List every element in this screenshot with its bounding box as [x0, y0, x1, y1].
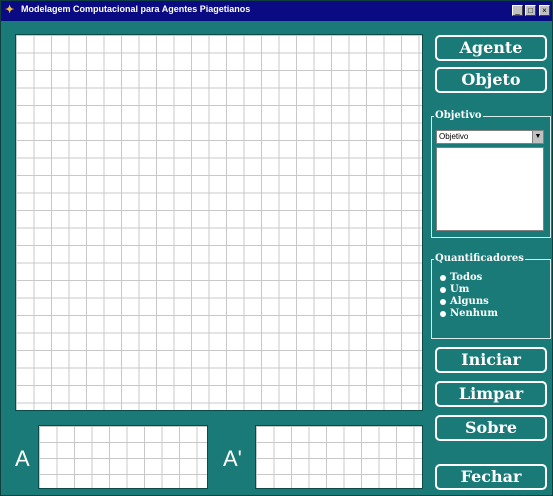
radio-dot-icon — [440, 287, 446, 293]
quantificadores-group: Quantificadores Todos Um Alguns Nenhum — [431, 252, 551, 339]
main-grid-canvas[interactable] — [15, 34, 423, 411]
radio-dot-icon — [440, 275, 446, 281]
objetivo-group-title: Objetivo — [434, 109, 483, 123]
chevron-down-icon[interactable]: ▼ — [532, 131, 543, 143]
agente-button[interactable]: Agente — [435, 35, 547, 61]
mini-grid-a-prime-label: A' — [223, 446, 242, 471]
radio-todos-label: Todos — [450, 272, 483, 283]
limpar-button[interactable]: Limpar — [435, 381, 547, 407]
objeto-button[interactable]: Objeto — [435, 67, 547, 93]
radio-alguns[interactable]: Alguns — [440, 296, 530, 307]
mini-grid-a-prime[interactable] — [255, 425, 423, 489]
quantificadores-group-title: Quantificadores — [434, 252, 525, 266]
objetivo-select-value: Objetivo — [439, 132, 469, 141]
mini-grid-a[interactable] — [38, 425, 208, 489]
mini-grid-a-label: A — [15, 446, 30, 471]
app-logo-icon: ✦ — [5, 4, 15, 16]
radio-nenhum[interactable]: Nenhum — [440, 308, 530, 319]
radio-alguns-label: Alguns — [450, 296, 489, 307]
radio-nenhum-label: Nenhum — [450, 308, 498, 319]
close-icon[interactable]: × — [539, 5, 550, 16]
radio-um[interactable]: Um — [440, 284, 530, 295]
radio-um-label: Um — [450, 284, 470, 295]
iniciar-button[interactable]: Iniciar — [435, 347, 547, 373]
main-window: ✦ Modelagem Computacional para Agentes P… — [0, 0, 553, 496]
radio-dot-icon — [440, 311, 446, 317]
objetivo-group: Objetivo Objetivo ▼ — [431, 109, 551, 238]
title-bar[interactable]: ✦ Modelagem Computacional para Agentes P… — [1, 1, 552, 21]
sobre-button[interactable]: Sobre — [435, 415, 547, 441]
objetivo-select[interactable]: Objetivo ▼ — [436, 130, 544, 144]
fechar-button[interactable]: Fechar — [435, 464, 547, 490]
window-title: Modelagem Computacional para Agentes Pia… — [21, 4, 251, 14]
radio-dot-icon — [440, 299, 446, 305]
maximize-icon[interactable]: □ — [525, 5, 536, 16]
minimize-icon[interactable]: _ — [512, 5, 523, 16]
objetivo-listbox[interactable] — [436, 147, 544, 231]
radio-todos[interactable]: Todos — [440, 272, 530, 283]
